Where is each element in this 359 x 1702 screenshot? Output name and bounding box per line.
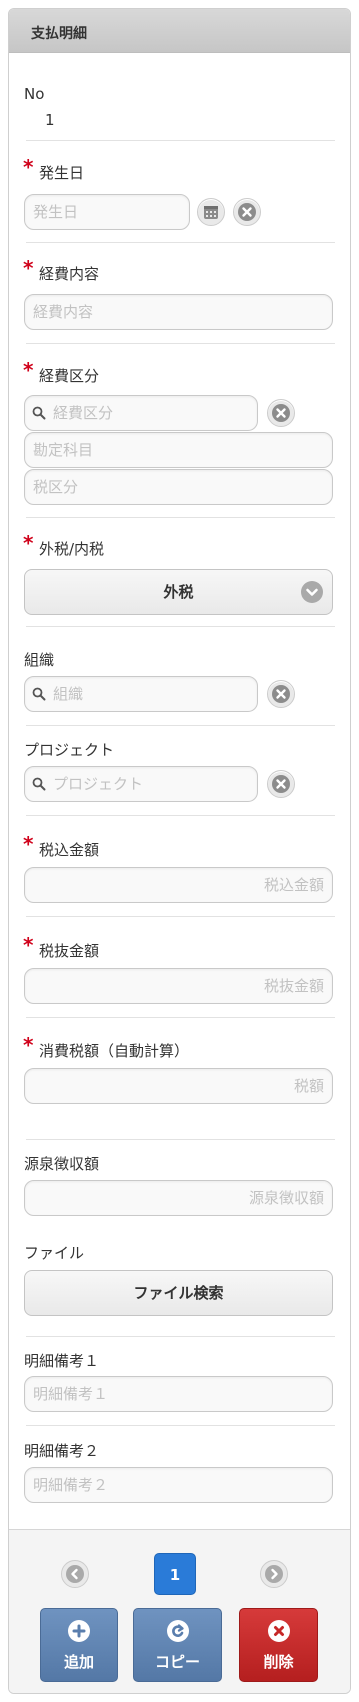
organization-search-input[interactable]: 組織 [24,676,258,712]
chevron-down-icon [301,581,323,603]
divider [26,1017,335,1018]
file-search-button[interactable]: ファイル検索 [24,1270,333,1316]
clear-icon [272,685,290,703]
tax-type-label: 外税/内税 [39,540,105,558]
clear-category-button[interactable] [267,399,295,427]
divider [26,815,335,816]
date-input[interactable]: 発生日 [24,194,190,230]
amount-excl-tax-label: 税抜金額 [39,942,100,960]
category-search-input[interactable]: 経費区分 [24,395,258,431]
clear-icon [238,203,256,221]
content-input[interactable]: 経費内容 [24,294,333,330]
add-button-label: 追加 [63,1653,94,1671]
required-mark: * [23,1033,34,1057]
consumption-tax-input[interactable]: 税額 [24,1068,333,1104]
date-label: 発生日 [39,164,85,182]
divider [26,517,335,518]
organization-placeholder: 組織 [53,685,84,703]
withholding-input[interactable]: 源泉徴収額 [24,1180,333,1216]
calendar-button[interactable] [197,198,225,226]
file-label: ファイル [24,1244,85,1262]
divider [26,1336,335,1337]
plus-icon [68,1620,90,1642]
no-value: 1 [45,111,55,129]
remarks1-label: 明細備考１ [24,1352,100,1370]
next-page-icon [265,1565,283,1583]
clear-icon [272,775,290,793]
project-search-input[interactable]: プロジェクト [24,766,258,802]
delete-button-label: 削除 [263,1653,294,1671]
prev-page-icon [66,1565,84,1583]
calendar-icon [204,206,218,219]
clear-project-button[interactable] [267,770,295,798]
next-page-button[interactable] [260,1560,288,1588]
no-label: No [24,85,45,103]
consumption-tax-label: 消費税額（自動計算） [39,1042,190,1060]
payment-details-panel: 支払明細 No 1 * 発生日 発生日 * 経費内容 経費内容 * 経費区分 経… [8,8,351,1694]
clear-icon [272,404,290,422]
delete-icon [267,1620,290,1642]
divider [26,725,335,726]
project-placeholder: プロジェクト [53,775,144,793]
panel-header: 支払明細 [9,9,350,53]
clear-date-button[interactable] [233,198,261,226]
remarks2-label: 明細備考２ [24,1442,100,1460]
remarks1-input[interactable]: 明細備考１ [24,1376,333,1412]
divider [26,1139,335,1140]
account-input[interactable]: 勘定科目 [24,432,333,468]
content-label: 経費内容 [39,265,100,283]
required-mark: * [23,155,34,179]
remarks2-input[interactable]: 明細備考２ [24,1467,333,1503]
delete-button[interactable]: 削除 [239,1608,318,1682]
copy-button-label: コピー [154,1653,200,1671]
divider [26,626,335,627]
search-icon [32,406,46,420]
project-label: プロジェクト [24,741,115,759]
copy-button[interactable]: コピー [133,1608,222,1682]
organization-label: 組織 [24,651,55,669]
current-page[interactable]: 1 [154,1553,196,1595]
required-mark: * [23,832,34,856]
category-label: 経費区分 [39,367,100,385]
required-mark: * [23,358,34,382]
search-icon [32,777,46,791]
required-mark: * [23,256,34,280]
divider [26,140,335,141]
withholding-label: 源泉徴収額 [24,1155,100,1173]
amount-incl-tax-label: 税込金額 [39,841,100,859]
panel-title: 支払明細 [31,26,87,42]
tax-type-selected: 外税 [163,583,194,601]
divider [26,343,335,344]
prev-page-button[interactable] [61,1560,89,1588]
tax-type-select[interactable]: 外税 [24,569,333,615]
tax-category-input[interactable]: 税区分 [24,469,333,505]
divider [26,1425,335,1426]
clear-organization-button[interactable] [267,680,295,708]
divider [26,242,335,243]
amount-excl-tax-input[interactable]: 税抜金額 [24,968,333,1004]
footer-toolbar: 1 追加 コピー 削除 [9,1529,350,1693]
divider [26,916,335,917]
amount-incl-tax-input[interactable]: 税込金額 [24,867,333,903]
category-placeholder: 経費区分 [53,404,114,422]
required-mark: * [23,933,34,957]
copy-icon [166,1620,189,1642]
required-mark: * [23,531,34,555]
add-button[interactable]: 追加 [40,1608,118,1682]
search-icon [32,687,46,701]
